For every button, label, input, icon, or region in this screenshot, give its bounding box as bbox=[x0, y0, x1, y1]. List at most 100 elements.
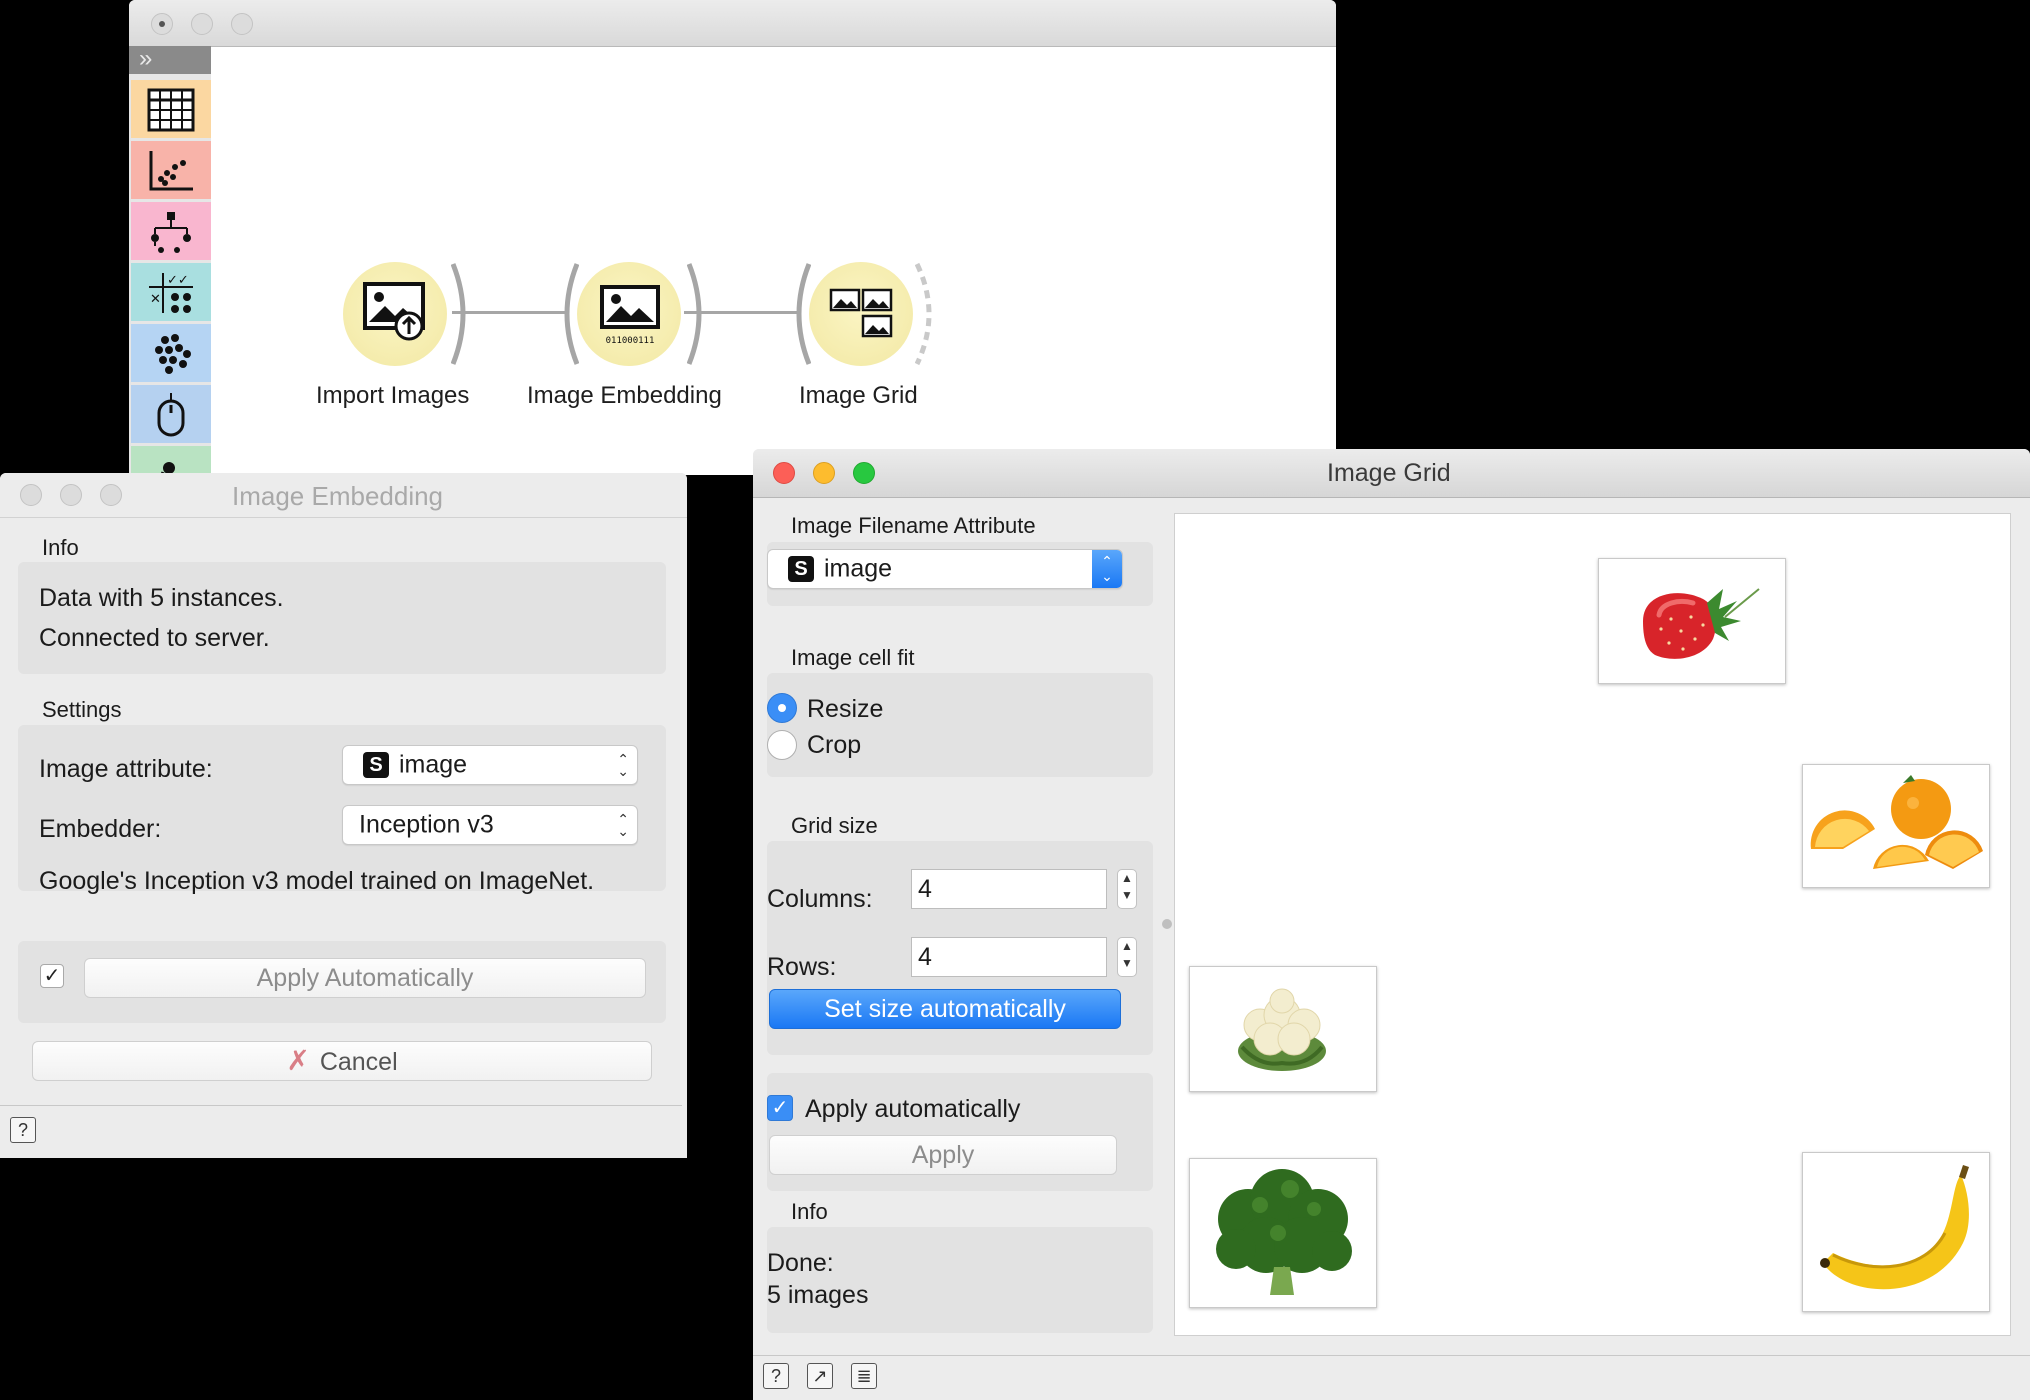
columns-input[interactable]: 4 bbox=[911, 869, 1107, 909]
orange-image bbox=[1810, 775, 1983, 869]
report-icon[interactable]: ↗ bbox=[807, 1363, 833, 1389]
filename-attr-value: image bbox=[824, 554, 893, 583]
image-grid-icon bbox=[829, 288, 893, 338]
addon-category-icon[interactable] bbox=[131, 446, 211, 475]
settings-panel: Image attribute: S image ⌃ ⌄ Embedder: In… bbox=[18, 725, 666, 895]
node-import-images[interactable] bbox=[343, 260, 499, 376]
columns-stepper[interactable]: ▲ ▼ bbox=[1117, 869, 1137, 909]
columns-label: Columns: bbox=[767, 885, 873, 913]
splitter-handle[interactable] bbox=[1162, 919, 1172, 929]
input-channel-arc bbox=[796, 263, 811, 365]
window-title: Image Embedding bbox=[232, 481, 444, 511]
updown-chevron-icon: ⌃ ⌄ bbox=[617, 811, 629, 839]
import-images-icon bbox=[363, 282, 425, 341]
canvas-titlebar bbox=[129, 0, 1336, 47]
image-cell-banana[interactable] bbox=[1802, 1152, 1990, 1312]
cell-fit-label: Image cell fit bbox=[791, 645, 915, 670]
apply-panel: ✓ Apply automatically Apply bbox=[767, 1073, 1153, 1191]
model-category-icon[interactable] bbox=[131, 202, 211, 260]
cancel-x-icon: ✗ bbox=[286, 1045, 310, 1076]
close-button[interactable] bbox=[20, 484, 42, 506]
apply-automatically-checkbox[interactable]: ✓ bbox=[767, 1095, 793, 1121]
mouse-category-icon[interactable] bbox=[131, 385, 211, 443]
banana-image bbox=[1820, 1165, 1969, 1290]
embedding-titlebar: Image Embedding bbox=[0, 473, 687, 518]
filename-attr-select[interactable]: S image ⌃ ⌄ bbox=[767, 549, 1123, 589]
apply-automatically-checkbox[interactable]: ✓ bbox=[40, 964, 64, 988]
minimize-button[interactable] bbox=[191, 13, 213, 35]
rows-label: Rows: bbox=[767, 953, 837, 981]
canvas-window: » ✓✓ ✕ Import Images 011000111 Image Emb… bbox=[129, 0, 1336, 475]
image-cell-orange[interactable] bbox=[1802, 764, 1990, 888]
node-image-grid[interactable] bbox=[791, 260, 951, 376]
toolbox-collapse-button[interactable]: » bbox=[129, 46, 211, 74]
set-size-automatically-button[interactable]: Set size automatically bbox=[769, 989, 1121, 1029]
info-group-label: Info bbox=[791, 1199, 828, 1224]
output-channel-arc bbox=[687, 263, 702, 365]
apply-automatically-button[interactable]: Apply Automatically bbox=[84, 958, 646, 998]
status-divider bbox=[0, 1105, 682, 1106]
filename-attr-label: Image Filename Attribute bbox=[791, 513, 1036, 538]
filename-attr-panel: S image ⌃ ⌄ bbox=[767, 542, 1153, 606]
image-attribute-label: Image attribute: bbox=[39, 755, 213, 783]
cell-fit-panel: Resize Crop bbox=[767, 673, 1153, 777]
svg-text:✓✓: ✓✓ bbox=[167, 273, 189, 288]
close-button[interactable] bbox=[151, 13, 173, 35]
grid-titlebar: Image Grid bbox=[753, 449, 2030, 498]
embedder-select[interactable]: Inception v3 ⌃ ⌄ bbox=[342, 805, 638, 845]
zoom-button[interactable] bbox=[100, 484, 122, 506]
minimize-button[interactable] bbox=[813, 462, 835, 484]
node-label-image-grid: Image Grid bbox=[799, 382, 918, 409]
embedding-binary-text: 011000111 bbox=[605, 336, 655, 346]
image-attribute-select[interactable]: S image ⌃ ⌄ bbox=[342, 745, 638, 785]
node-image-embedding[interactable]: 011000111 bbox=[559, 260, 719, 376]
grid-size-panel: Columns: 4 ▲ ▼ Rows: 4 ▲ ▼ Set size automa… bbox=[767, 841, 1153, 1055]
rows-stepper[interactable]: ▲ ▼ bbox=[1117, 937, 1137, 977]
visualize-category-icon[interactable] bbox=[131, 141, 211, 199]
output-channel-arc bbox=[451, 263, 466, 365]
zoom-button[interactable] bbox=[853, 462, 875, 484]
info-group-label: Info bbox=[42, 535, 79, 560]
output-channel-arc-dashed bbox=[915, 262, 932, 366]
minimize-button[interactable] bbox=[60, 484, 82, 506]
apply-button[interactable]: Apply bbox=[769, 1135, 1117, 1175]
grid-size-label: Grid size bbox=[791, 813, 878, 838]
apply-automatically-label: Apply automatically bbox=[805, 1095, 1021, 1123]
apply-panel: ✓ Apply Automatically bbox=[18, 941, 666, 1023]
image-cell-broccoli[interactable] bbox=[1189, 1158, 1377, 1308]
info-line: Done: bbox=[767, 1249, 834, 1277]
info-line: Data with 5 instances. bbox=[39, 584, 284, 612]
embedder-value: Inception v3 bbox=[359, 810, 494, 839]
strawberry-image bbox=[1643, 588, 1760, 659]
image-grid-view[interactable] bbox=[1174, 513, 2011, 1336]
image-cell-cauliflower[interactable] bbox=[1189, 966, 1377, 1092]
help-icon[interactable]: ? bbox=[10, 1117, 36, 1143]
updown-chevron-icon: ⌃ ⌄ bbox=[617, 751, 629, 779]
data-category-icon[interactable] bbox=[131, 80, 211, 138]
resize-radio[interactable] bbox=[767, 693, 797, 723]
embedder-description: Google's Inception v3 model trained on I… bbox=[39, 867, 595, 895]
save-image-icon[interactable]: ≣ bbox=[851, 1363, 877, 1389]
dropdown-chevron-icon: ⌃ ⌄ bbox=[1092, 550, 1122, 588]
unsupervised-category-icon[interactable] bbox=[131, 324, 211, 382]
info-line: 5 images bbox=[767, 1281, 869, 1309]
crop-radio[interactable] bbox=[767, 730, 797, 760]
close-button[interactable] bbox=[773, 462, 795, 484]
zoom-button[interactable] bbox=[231, 13, 253, 35]
cancel-button[interactable]: ✗ Cancel bbox=[32, 1041, 652, 1081]
image-cell-strawberry[interactable] bbox=[1598, 558, 1786, 684]
help-icon[interactable]: ? bbox=[763, 1363, 789, 1389]
crop-label: Crop bbox=[807, 731, 862, 759]
window-title: Image Grid bbox=[1327, 459, 1451, 487]
svg-text:✕: ✕ bbox=[150, 292, 161, 307]
cauliflower-image bbox=[1238, 988, 1326, 1071]
cancel-label: Cancel bbox=[319, 1048, 398, 1076]
info-panel: Data with 5 instances. Connected to serv… bbox=[18, 562, 666, 674]
settings-group-label: Settings bbox=[42, 697, 122, 722]
string-variable-icon: S bbox=[788, 556, 814, 582]
evaluate-category-icon[interactable]: ✓✓ ✕ bbox=[131, 263, 211, 321]
string-variable-icon: S bbox=[363, 752, 389, 778]
embedder-label: Embedder: bbox=[39, 815, 162, 843]
rows-input[interactable]: 4 bbox=[911, 937, 1107, 977]
info-line: Connected to server. bbox=[39, 624, 270, 652]
